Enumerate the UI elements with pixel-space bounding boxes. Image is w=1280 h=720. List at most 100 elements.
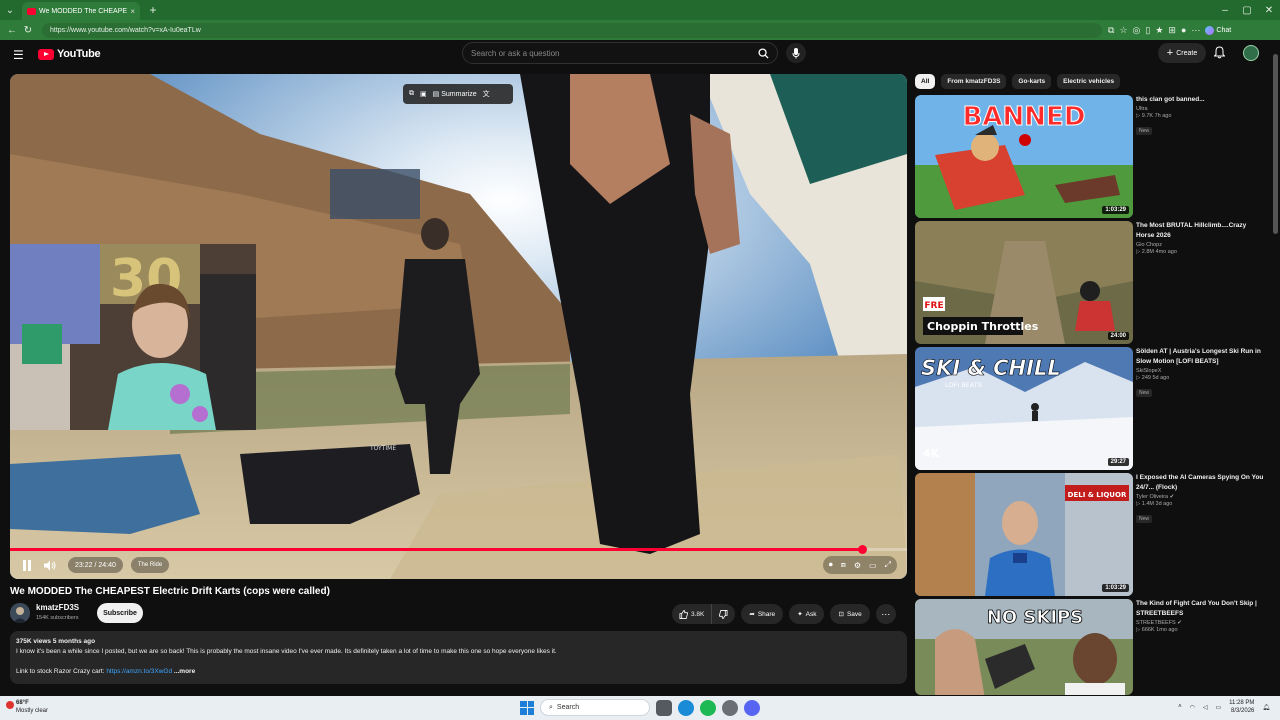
reload-icon[interactable]: ↻ bbox=[20, 22, 36, 38]
summarize-icon: ▤ bbox=[432, 91, 440, 98]
subscribe-button[interactable]: Subscribe bbox=[97, 603, 143, 623]
recommendation-channel[interactable]: Gio Chopz bbox=[1136, 242, 1264, 248]
settings-icon[interactable] bbox=[722, 699, 738, 716]
maximize-icon[interactable]: ▢ bbox=[1236, 0, 1258, 20]
search-icon[interactable] bbox=[749, 43, 777, 63]
volume-icon[interactable] bbox=[44, 560, 56, 571]
windows-start-icon[interactable] bbox=[520, 700, 534, 715]
summarize-button[interactable]: ▤ Summarize bbox=[432, 90, 477, 99]
ask-button[interactable]: ✦ Ask bbox=[789, 604, 825, 624]
account-avatar[interactable] bbox=[1243, 45, 1259, 61]
recommendation-title[interactable]: The Most BRUTAL Hillclimb....Crazy Horse… bbox=[1136, 221, 1264, 241]
picture-in-picture-icon[interactable]: ⧉ bbox=[409, 90, 414, 98]
recommendation-meta: ▷ 249 5d ago bbox=[1136, 375, 1170, 381]
page-scrollbar[interactable] bbox=[1271, 40, 1280, 696]
microphone-icon[interactable] bbox=[786, 43, 806, 63]
collections-icon[interactable]: ⊞ bbox=[1168, 25, 1176, 36]
pause-icon[interactable] bbox=[22, 559, 32, 571]
screenshot-icon[interactable]: ▣ bbox=[420, 90, 427, 98]
split-screen-icon[interactable]: ▯ bbox=[1145, 25, 1150, 36]
youtube-logo[interactable]: YouTube bbox=[38, 48, 101, 60]
browser-tab[interactable]: We MODDED The CHEAPEST × bbox=[22, 2, 140, 20]
favorites-icon[interactable]: ★ bbox=[1155, 25, 1163, 36]
like-button[interactable]: 3.8K bbox=[672, 604, 713, 624]
chip-go-karts[interactable]: Go-karts bbox=[1012, 74, 1052, 89]
weather-widget[interactable]: 68°F Mostly clear bbox=[16, 699, 48, 715]
theater-mode-icon[interactable]: ▭ bbox=[869, 561, 877, 570]
channel-name[interactable]: kmatzFD3S bbox=[36, 603, 79, 612]
taskbar-clock[interactable]: 11:28 PM 8/3/2026 bbox=[1229, 699, 1254, 715]
new-badge: New bbox=[1136, 127, 1153, 135]
edge-browser-icon[interactable] bbox=[678, 699, 694, 716]
tab-actions-icon[interactable]: ⌄ bbox=[0, 0, 20, 20]
video-actions: 3.8K ➦ Share ✦ Ask ⊡ Save ⋯ bbox=[672, 604, 896, 624]
notification-bell-icon[interactable]: 🔔︎ bbox=[1262, 704, 1270, 711]
back-icon[interactable]: ← bbox=[4, 22, 20, 38]
save-button[interactable]: ⊡ Save bbox=[830, 604, 870, 624]
video-thumbnail[interactable]: BANNED 1:03:29 bbox=[915, 95, 1133, 218]
recommendation-channel[interactable]: STREETBEEFS ✔ bbox=[1136, 620, 1264, 626]
recommendation-item[interactable]: FRE Choppin Throttles 24:00 The Most BRU… bbox=[915, 221, 1265, 344]
discord-icon[interactable] bbox=[744, 699, 760, 716]
minimize-icon[interactable]: – bbox=[1214, 0, 1236, 20]
url-field[interactable]: https://www.youtube.com/watch?v=xA-Iu0ea… bbox=[42, 22, 1102, 38]
recommendation-title[interactable]: The Kind of Fight Card You Don't Skip | … bbox=[1136, 599, 1264, 619]
amazon-link[interactable]: https://amzn.to/3XwGd bbox=[106, 668, 172, 675]
chip-from-channel[interactable]: From kmatzFD3S bbox=[941, 74, 1007, 89]
recommendation-item[interactable]: SKI & CHILL LOFI BEATS 4K 29:27 Sölden A… bbox=[915, 347, 1265, 470]
recommendation-channel[interactable]: Ultra bbox=[1136, 106, 1264, 112]
recommendation-item[interactable]: NO SKIPS The Kind of Fight Card You Don'… bbox=[915, 599, 1265, 695]
battery-icon[interactable]: ▭ bbox=[1215, 704, 1221, 711]
recommendation-channel[interactable]: Tyler Oliveira ✔ bbox=[1136, 494, 1264, 500]
recommendation-channel[interactable]: SkiSlopeX bbox=[1136, 368, 1264, 374]
video-thumbnail[interactable]: NO SKIPS bbox=[915, 599, 1133, 695]
close-window-icon[interactable]: ✕ bbox=[1258, 0, 1280, 20]
recommendation-title[interactable]: I Exposed the AI Cameras Spying On You 2… bbox=[1136, 473, 1264, 493]
recommendation-title[interactable]: Sölden AT | Austria's Longest Ski Run in… bbox=[1136, 347, 1264, 367]
video-progress-bar[interactable] bbox=[10, 545, 907, 554]
chapter-button[interactable]: The Ride bbox=[130, 557, 170, 573]
chip-electric-vehicles[interactable]: Electric vehicles bbox=[1057, 74, 1121, 89]
spotify-icon[interactable] bbox=[700, 699, 716, 716]
wifi-icon[interactable]: ◠ bbox=[1190, 704, 1195, 711]
description-box[interactable]: 375K views 5 months ago I know it's been… bbox=[10, 631, 907, 684]
video-thumbnail[interactable]: DELI & LIQUOR 1:03:29 bbox=[915, 473, 1133, 596]
create-button[interactable]: + Create bbox=[1158, 43, 1206, 63]
tray-overflow-icon[interactable]: ˄ bbox=[1178, 704, 1182, 710]
profile-icon[interactable]: ● bbox=[1181, 25, 1186, 35]
recommendation-meta: ▷ 666K 1mo ago bbox=[1136, 627, 1178, 633]
dislike-button[interactable] bbox=[712, 604, 735, 624]
notifications-icon[interactable] bbox=[1214, 46, 1225, 59]
speaker-icon[interactable]: ◁ bbox=[1203, 704, 1208, 711]
chat-button[interactable]: Chat bbox=[1205, 25, 1231, 35]
autoplay-toggle-icon[interactable]: ⏺ bbox=[829, 560, 833, 570]
show-more-link[interactable]: ...more bbox=[174, 668, 195, 675]
search-input[interactable] bbox=[471, 48, 749, 58]
share-button[interactable]: ➦ Share bbox=[741, 604, 784, 624]
svg-text:SKI & CHILL: SKI & CHILL bbox=[921, 356, 1061, 380]
settings-gear-icon[interactable]: ⚙ bbox=[854, 561, 861, 570]
extension-icon[interactable]: ◎ bbox=[1133, 25, 1141, 36]
task-view-icon[interactable] bbox=[656, 699, 672, 716]
captions-icon[interactable]: ⧈ bbox=[841, 560, 846, 570]
recommendation-item[interactable]: BANNED 1:03:29 this clan got banned... U… bbox=[915, 95, 1265, 218]
menu-icon[interactable]: ☰ bbox=[13, 48, 24, 62]
fullscreen-icon[interactable]: ⤢ bbox=[885, 560, 891, 570]
close-tab-icon[interactable]: × bbox=[130, 7, 135, 16]
favorite-star-icon[interactable]: ☆ bbox=[1119, 25, 1127, 36]
video-player[interactable]: TOYTIME 30 23:22 / 24:40 The Ride ⏺ ⧈ ⚙ … bbox=[10, 74, 907, 579]
taskbar-search[interactable]: ⌕ Search bbox=[540, 699, 650, 716]
video-thumbnail[interactable]: FRE Choppin Throttles 24:00 bbox=[915, 221, 1133, 344]
more-actions-icon[interactable]: ⋯ bbox=[875, 604, 896, 624]
new-tab-icon[interactable]: + bbox=[144, 1, 162, 19]
read-aloud-icon[interactable]: ⧉ bbox=[1108, 25, 1114, 36]
more-icon[interactable]: ⋯ bbox=[1191, 25, 1200, 36]
channel-avatar[interactable] bbox=[10, 603, 30, 623]
thumbs-down-icon bbox=[719, 609, 728, 619]
video-thumbnail[interactable]: SKI & CHILL LOFI BEATS 4K 29:27 bbox=[915, 347, 1133, 470]
recommendation-item[interactable]: DELI & LIQUOR 1:03:29 I Exposed the AI C… bbox=[915, 473, 1265, 596]
translate-icon[interactable]: 文 bbox=[483, 89, 490, 99]
chip-all[interactable]: All bbox=[915, 74, 936, 89]
recommendation-title[interactable]: this clan got banned... bbox=[1136, 95, 1264, 105]
scrollbar-thumb[interactable] bbox=[1273, 54, 1278, 234]
